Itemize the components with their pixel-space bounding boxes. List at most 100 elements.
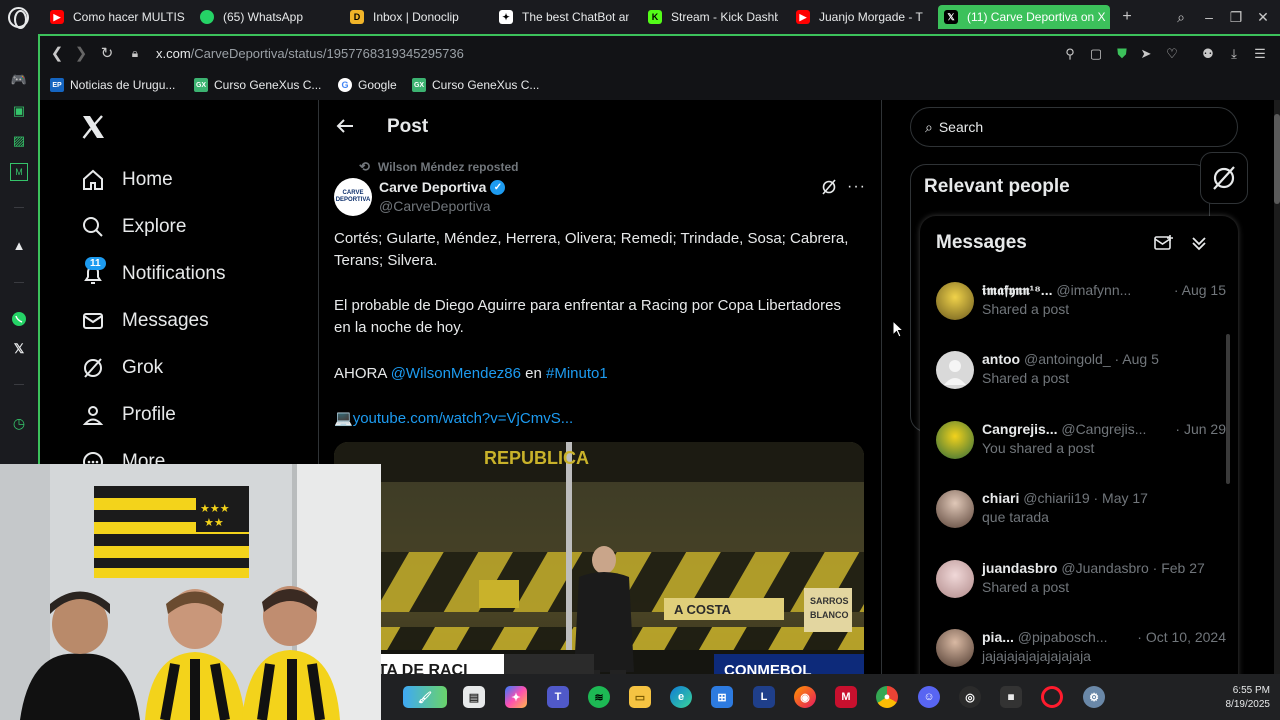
send-icon[interactable]: ➤ <box>1138 46 1154 62</box>
post-text-lineup: Cortés; Gularte, Méndez, Herrera, Oliver… <box>334 230 849 269</box>
tab[interactable]: ▶ Juanjo Morgade - T <box>796 5 926 29</box>
chrome-icon[interactable]: ● <box>876 686 898 708</box>
conversation-date: · Aug 5 <box>1114 351 1159 367</box>
bookmark-label: Curso GeneXus C... <box>214 78 322 92</box>
mail-icon <box>80 308 106 334</box>
search-input[interactable]: ⌕ Search <box>910 107 1238 147</box>
history-icon[interactable]: ◷ <box>10 414 28 432</box>
back-arrow-icon[interactable] <box>335 116 357 138</box>
edge-icon[interactable]: e <box>670 686 692 708</box>
grok-explain-icon[interactable] <box>821 179 839 197</box>
nav-grok[interactable]: Grok <box>80 353 163 383</box>
mention-link[interactable]: @WilsonMendez86 <box>391 365 521 382</box>
repost-indicator[interactable]: ⟲ Wilson Méndez reposted <box>359 159 518 175</box>
menu-icon[interactable]: ☰ <box>1252 46 1268 62</box>
shield-icon[interactable]: ⛊ <box>1114 46 1130 62</box>
l-app-icon[interactable]: L <box>753 686 775 708</box>
bookmark[interactable]: GX Curso GeneXus C... <box>194 78 321 92</box>
twitch-icon[interactable]: ▣ <box>10 102 28 120</box>
mcafee-icon[interactable]: M <box>835 686 857 708</box>
message-conversation[interactable]: chiari @chiarii19 · May 17 que tarada <box>936 488 1226 534</box>
minimize-button[interactable]: – <box>1200 8 1218 26</box>
conversation-handle: @antoingold_ <box>1024 351 1111 367</box>
message-conversation[interactable]: juandasbro @Juandasbro · Feb 27 Shared a… <box>936 558 1226 604</box>
tab[interactable]: ▶ Como hacer MULTIS <box>50 5 190 29</box>
tab[interactable]: K Stream - Kick Dashb <box>648 5 778 29</box>
store-icon[interactable]: ⊞ <box>711 686 733 708</box>
profile-icon[interactable]: ⚉ <box>1200 46 1216 62</box>
paint-icon[interactable]: 🖌 <box>403 686 447 708</box>
pin-icon[interactable]: ⚲ <box>1062 46 1078 62</box>
nav-home[interactable]: Home <box>80 165 173 195</box>
youtube-link[interactable]: youtube.com/watch?v=VjCmvS... <box>353 410 574 427</box>
folder-icon[interactable]: ▭ <box>629 686 651 708</box>
messages-scrollbar[interactable] <box>1226 334 1230 484</box>
avatar <box>936 282 974 320</box>
file-icon[interactable]: ▤ <box>463 686 485 708</box>
collapse-chevron-icon[interactable] <box>1190 234 1210 254</box>
webcam-app-icon[interactable]: ▦ <box>1000 686 1022 708</box>
conversation-preview: que tarada <box>982 509 1049 525</box>
tab[interactable]: D Inbox | Donoclip <box>350 5 485 29</box>
conversation-name: chiari <box>982 490 1020 506</box>
avatar[interactable]: CARVE DEPORTIVA <box>334 178 372 216</box>
conversation-name: juandasbro <box>982 560 1058 576</box>
new-message-icon[interactable] <box>1154 234 1176 254</box>
nav-explore[interactable]: Explore <box>80 212 186 242</box>
hashtag-link[interactable]: #Minuto1 <box>546 365 608 382</box>
discord-icon[interactable]: ☺ <box>918 686 940 708</box>
tab-title: The best ChatBot and <box>522 10 629 24</box>
close-window-button[interactable]: ✕ <box>1254 8 1272 26</box>
url-field[interactable]: x.com/CarveDeportiva/status/195776831934… <box>156 46 464 61</box>
bookmark[interactable]: GX Curso GeneXus C... <box>412 78 539 92</box>
conversation-date: · May 17 <box>1093 490 1148 506</box>
copilot-icon[interactable]: ✦ <box>505 686 527 708</box>
opera-logo-icon[interactable] <box>8 7 29 29</box>
opera-icon[interactable] <box>1041 686 1063 708</box>
download-icon[interactable]: ⤓ <box>1226 46 1242 62</box>
lock-icon[interactable]: 🔒︎ <box>126 44 144 62</box>
message-conversation[interactable]: antoo @antoingold_ · Aug 5 Shared a post <box>936 349 1226 395</box>
aria-icon[interactable]: ▲ <box>10 236 28 254</box>
system-clock[interactable]: 6:55 PM 8/19/2025 <box>1226 684 1271 712</box>
gamepad-icon[interactable]: 🎮 <box>10 71 28 89</box>
heart-icon[interactable]: ♡ <box>1164 46 1180 62</box>
conversation-date: · Feb 27 <box>1152 560 1205 576</box>
snapshot-icon[interactable]: ▢ <box>1088 46 1104 62</box>
message-conversation[interactable]: Cangrejis... @Cangrejis... · Jun 29 You … <box>936 419 1226 465</box>
page-scrollbar-thumb[interactable] <box>1274 114 1280 204</box>
x-logo-icon[interactable] <box>80 114 108 142</box>
firefox-icon[interactable]: ◉ <box>794 686 816 708</box>
forward-button[interactable]: ❯ <box>72 44 90 62</box>
new-tab-button[interactable]: + <box>1118 8 1136 26</box>
tab-active[interactable]: 𝕏 (11) Carve Deportiva on X <box>938 5 1110 29</box>
maximize-button[interactable]: ❐ <box>1227 8 1245 26</box>
teams-icon[interactable]: T <box>547 686 569 708</box>
obs-icon[interactable]: ◎ <box>959 686 981 708</box>
nav-profile[interactable]: Profile <box>80 400 176 430</box>
stripes-icon[interactable]: ▨ <box>10 132 28 150</box>
grok-icon <box>1213 166 1235 190</box>
more-options-icon[interactable]: ··· <box>847 178 866 196</box>
whatsapp-icon[interactable] <box>10 310 28 328</box>
bookmark[interactable]: EP Noticias de Urugu... <box>50 78 175 92</box>
settings-icon[interactable]: ⚙ <box>1083 686 1105 708</box>
author-name[interactable]: Carve Deportiva ✓ <box>379 179 506 195</box>
spotify-icon[interactable]: ≋ <box>588 686 610 708</box>
m-app-icon[interactable]: M <box>10 163 28 181</box>
author-handle[interactable]: @CarveDeportiva <box>379 198 490 214</box>
nav-messages[interactable]: Messages <box>80 306 209 336</box>
reload-button[interactable]: ↻ <box>98 44 116 62</box>
search-tabs-icon[interactable]: ⌕ <box>1172 8 1190 26</box>
tab[interactable]: ✦ The best ChatBot and <box>499 5 629 29</box>
conversation-handle: @Juandasbro <box>1061 560 1149 576</box>
post-link-line: 💻youtube.com/watch?v=VjCmvS... <box>334 408 854 430</box>
bookmark[interactable]: G Google <box>338 78 397 92</box>
back-button[interactable]: ❮ <box>48 44 66 62</box>
message-conversation[interactable]: 𝖎𝖒𝖆𝖋𝖞𝖓𝖓¹⁸... @imafynn... · Aug 15 Shared… <box>936 280 1226 326</box>
nav-label: Explore <box>122 216 187 237</box>
tab[interactable]: (65) WhatsApp <box>200 5 335 29</box>
grok-floating-button[interactable] <box>1200 152 1248 204</box>
message-conversation[interactable]: pia... @pipabosch... · Oct 10, 2024 jaja… <box>936 627 1226 673</box>
x-icon[interactable]: 𝕏 <box>10 340 28 358</box>
